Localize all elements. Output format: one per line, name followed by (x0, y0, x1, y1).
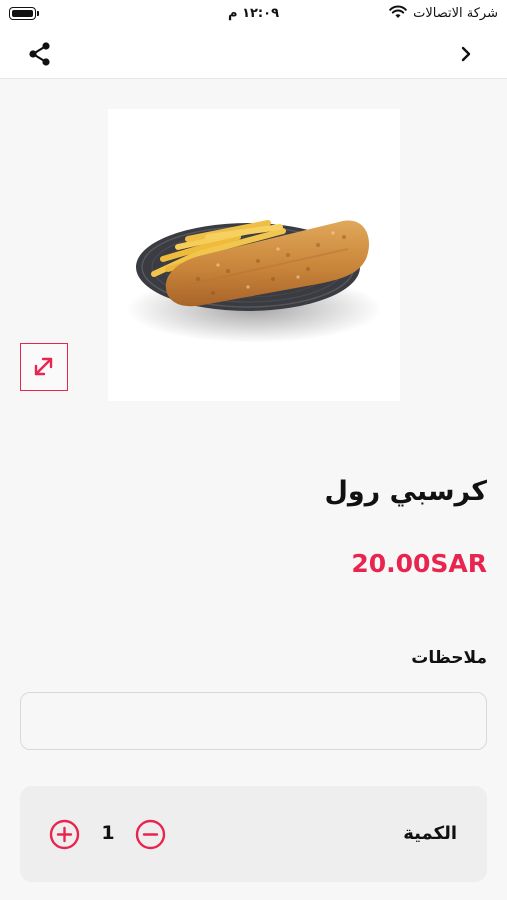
nav-bar (0, 30, 507, 79)
quantity-value: 1 (101, 822, 115, 844)
product-image (108, 109, 400, 401)
notes-label: ملاحظات (411, 648, 487, 668)
quantity-card: الكمية 1 (20, 786, 487, 882)
food-plate-image (126, 220, 382, 343)
expand-image-button[interactable] (20, 343, 68, 391)
carrier-name: شركة الاتصالات (413, 6, 498, 21)
product-price: 20.00SAR (351, 549, 487, 578)
minus-circle-icon[interactable] (135, 819, 166, 850)
chevron-right-icon[interactable] (459, 43, 473, 65)
status-bar: ١٢:٠٩ م شركة الاتصالات (0, 0, 507, 30)
expand-icon (34, 357, 53, 376)
quantity-label: الكمية (403, 823, 457, 844)
product-name: كرسبي رول (324, 476, 487, 507)
plus-circle-icon[interactable] (49, 819, 80, 850)
notes-input[interactable] (20, 692, 487, 750)
share-icon[interactable] (26, 40, 54, 68)
wifi-icon (389, 5, 407, 18)
